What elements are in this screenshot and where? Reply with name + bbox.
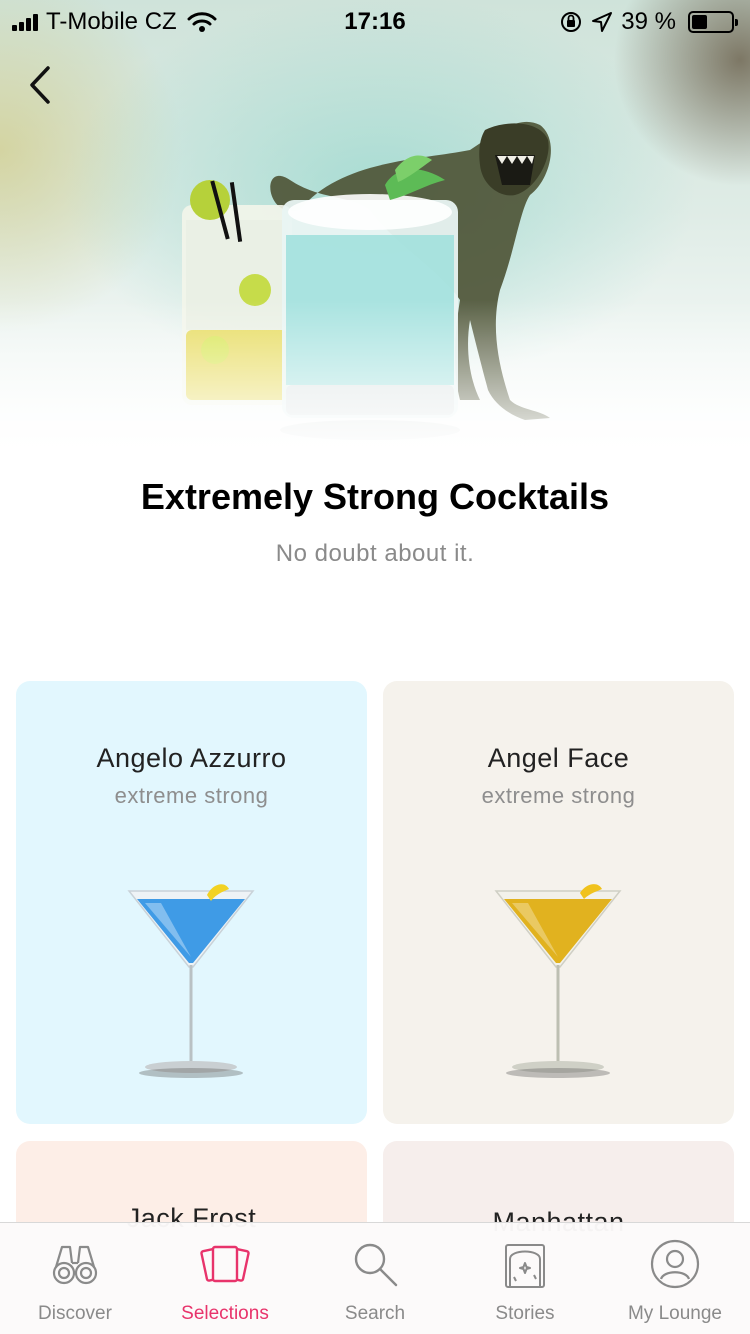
tab-label: Selections <box>181 1303 269 1324</box>
tab-my-lounge[interactable]: My Lounge <box>600 1223 750 1334</box>
book-icon <box>505 1244 545 1288</box>
page-title: Extremely Strong Cocktails <box>140 476 610 517</box>
battery-percent: 39 % <box>621 8 676 35</box>
hero-banner <box>0 0 750 470</box>
cocktail-name: Angel Face <box>487 743 630 773</box>
tab-discover[interactable]: Discover <box>0 1223 150 1334</box>
status-bar: T-Mobile CZ 17:16 39 % <box>0 0 750 40</box>
tab-label: My Lounge <box>627 1303 722 1324</box>
battery-icon <box>688 11 738 33</box>
cards-icon <box>200 1245 250 1283</box>
martini-glass-icon <box>127 884 255 1078</box>
cocktail-card-angelo-azzurro[interactable]: Angelo Azzurro extreme strong <box>16 681 367 1124</box>
binoculars-icon <box>52 1245 98 1285</box>
cocktail-name: Angelo Azzurro <box>96 743 287 773</box>
tab-stories[interactable]: Stories <box>450 1223 600 1334</box>
tab-bar: Discover Selections Search Stories My Lo… <box>0 1222 750 1334</box>
back-chevron-icon[interactable] <box>22 62 62 108</box>
tab-search[interactable]: Search <box>300 1223 450 1334</box>
profile-icon <box>650 1239 700 1289</box>
martini-glass-icon <box>494 884 622 1078</box>
cocktail-strength: extreme strong <box>481 783 636 808</box>
location-arrow-icon <box>592 12 613 32</box>
page-subtitle: No doubt about it. <box>275 540 475 567</box>
tab-label: Stories <box>495 1303 555 1324</box>
hero-fade <box>0 300 750 470</box>
battery-fill <box>692 15 707 29</box>
status-right: 39 % <box>559 8 738 36</box>
magnifier-icon <box>354 1243 398 1287</box>
tab-selections[interactable]: Selections <box>150 1223 300 1334</box>
orientation-lock-icon <box>561 12 582 32</box>
tab-label: Search <box>344 1303 406 1324</box>
cocktail-strength: extreme strong <box>114 783 269 808</box>
tab-label: Discover <box>38 1303 112 1324</box>
cocktail-card-angel-face[interactable]: Angel Face extreme strong <box>383 681 734 1124</box>
